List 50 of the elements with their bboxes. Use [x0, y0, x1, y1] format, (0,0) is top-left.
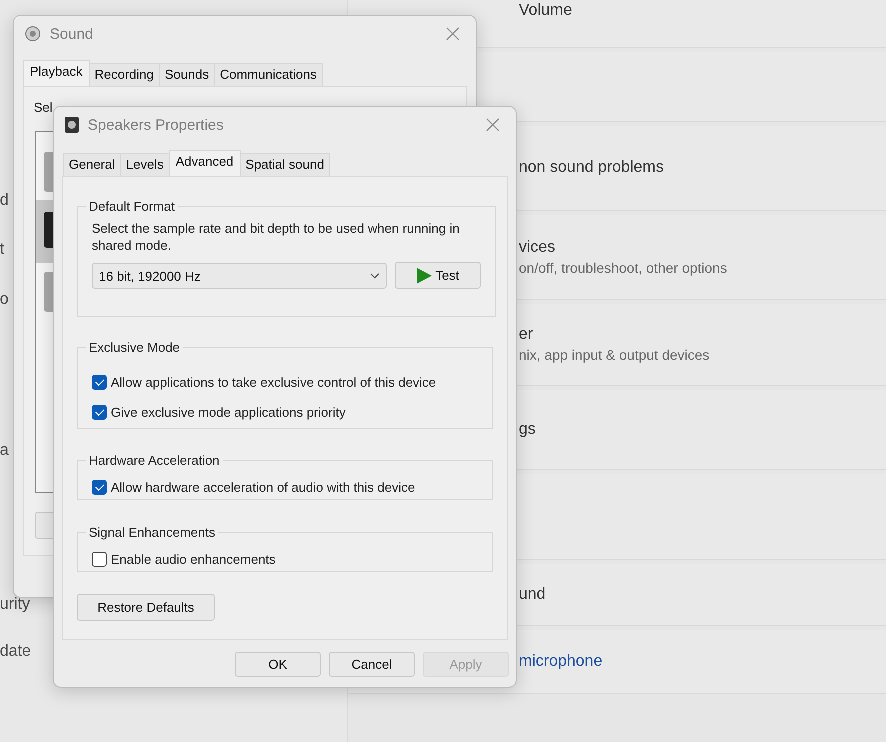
speaker-icon — [24, 25, 42, 43]
dialog-button[interactable]: OK — [235, 652, 321, 677]
row-subtitle: nix, app input & output devices — [519, 347, 711, 363]
tab[interactable]: Spatial sound — [240, 153, 330, 176]
row-title: non sound problems — [519, 159, 665, 177]
chevron-down-icon — [370, 273, 380, 279]
checkbox[interactable] — [92, 552, 107, 566]
tab[interactable]: General — [63, 153, 122, 176]
checkbox[interactable] — [92, 374, 107, 390]
row-title: gs — [519, 420, 537, 438]
test-button[interactable]: Test — [395, 262, 481, 289]
speaker-icon — [64, 116, 80, 134]
nav-item[interactable]: a — [0, 442, 9, 460]
tab[interactable]: Recording — [88, 63, 160, 86]
group-title: Default Format — [88, 199, 176, 214]
nav-item[interactable]: d — [0, 192, 9, 210]
nav-item[interactable]: date — [0, 643, 32, 661]
tab[interactable]: Playback — [23, 60, 90, 86]
window-title: Speakers Properties — [88, 116, 225, 134]
tab[interactable]: Advanced — [168, 150, 241, 176]
restore-defaults-button[interactable]: Restore Defaults — [77, 594, 215, 621]
description-text: Select the sample rate and bit depth to be used when running in shared mode. — [92, 220, 461, 254]
description-text: Sel — [34, 100, 53, 115]
checkbox-label: Allow hardware acceleration of audio with this device — [111, 480, 416, 494]
window-title: Sound — [50, 26, 94, 42]
group-title: Exclusive Mode — [88, 340, 182, 355]
play-icon — [416, 268, 432, 284]
row-title: vices — [519, 238, 556, 256]
group-title: Hardware Acceleration — [88, 453, 221, 468]
checkbox[interactable] — [92, 404, 107, 420]
format-dropdown[interactable]: 16 bit, 192000 Hz — [92, 263, 387, 289]
tab[interactable]: Communications — [214, 63, 323, 86]
checkbox-label: Give exclusive mode applications priority — [111, 404, 346, 420]
tab[interactable]: Levels — [120, 153, 170, 176]
nav-item[interactable]: urity — [0, 596, 30, 614]
row-subtitle: on/off, troubleshoot, other options — [519, 260, 728, 276]
checkbox-label: Allow applications to take exclusive control of this device — [111, 374, 436, 390]
close-icon[interactable] — [486, 118, 500, 132]
nav-item[interactable]: o — [0, 291, 9, 309]
row-title: er — [519, 326, 534, 344]
dialog-button[interactable]: Cancel — [329, 652, 415, 677]
tab[interactable]: Sounds — [159, 63, 216, 86]
nav-item[interactable]: t — [0, 241, 4, 259]
group-title: Signal Enhancements — [88, 525, 216, 540]
checkbox-label: Enable audio enhancements — [111, 552, 276, 566]
checkbox[interactable] — [92, 480, 107, 494]
close-icon[interactable] — [446, 27, 460, 41]
row-title: und — [519, 586, 547, 604]
row-title: Volume — [519, 2, 574, 20]
microphone-link[interactable]: microphone — [519, 652, 886, 670]
